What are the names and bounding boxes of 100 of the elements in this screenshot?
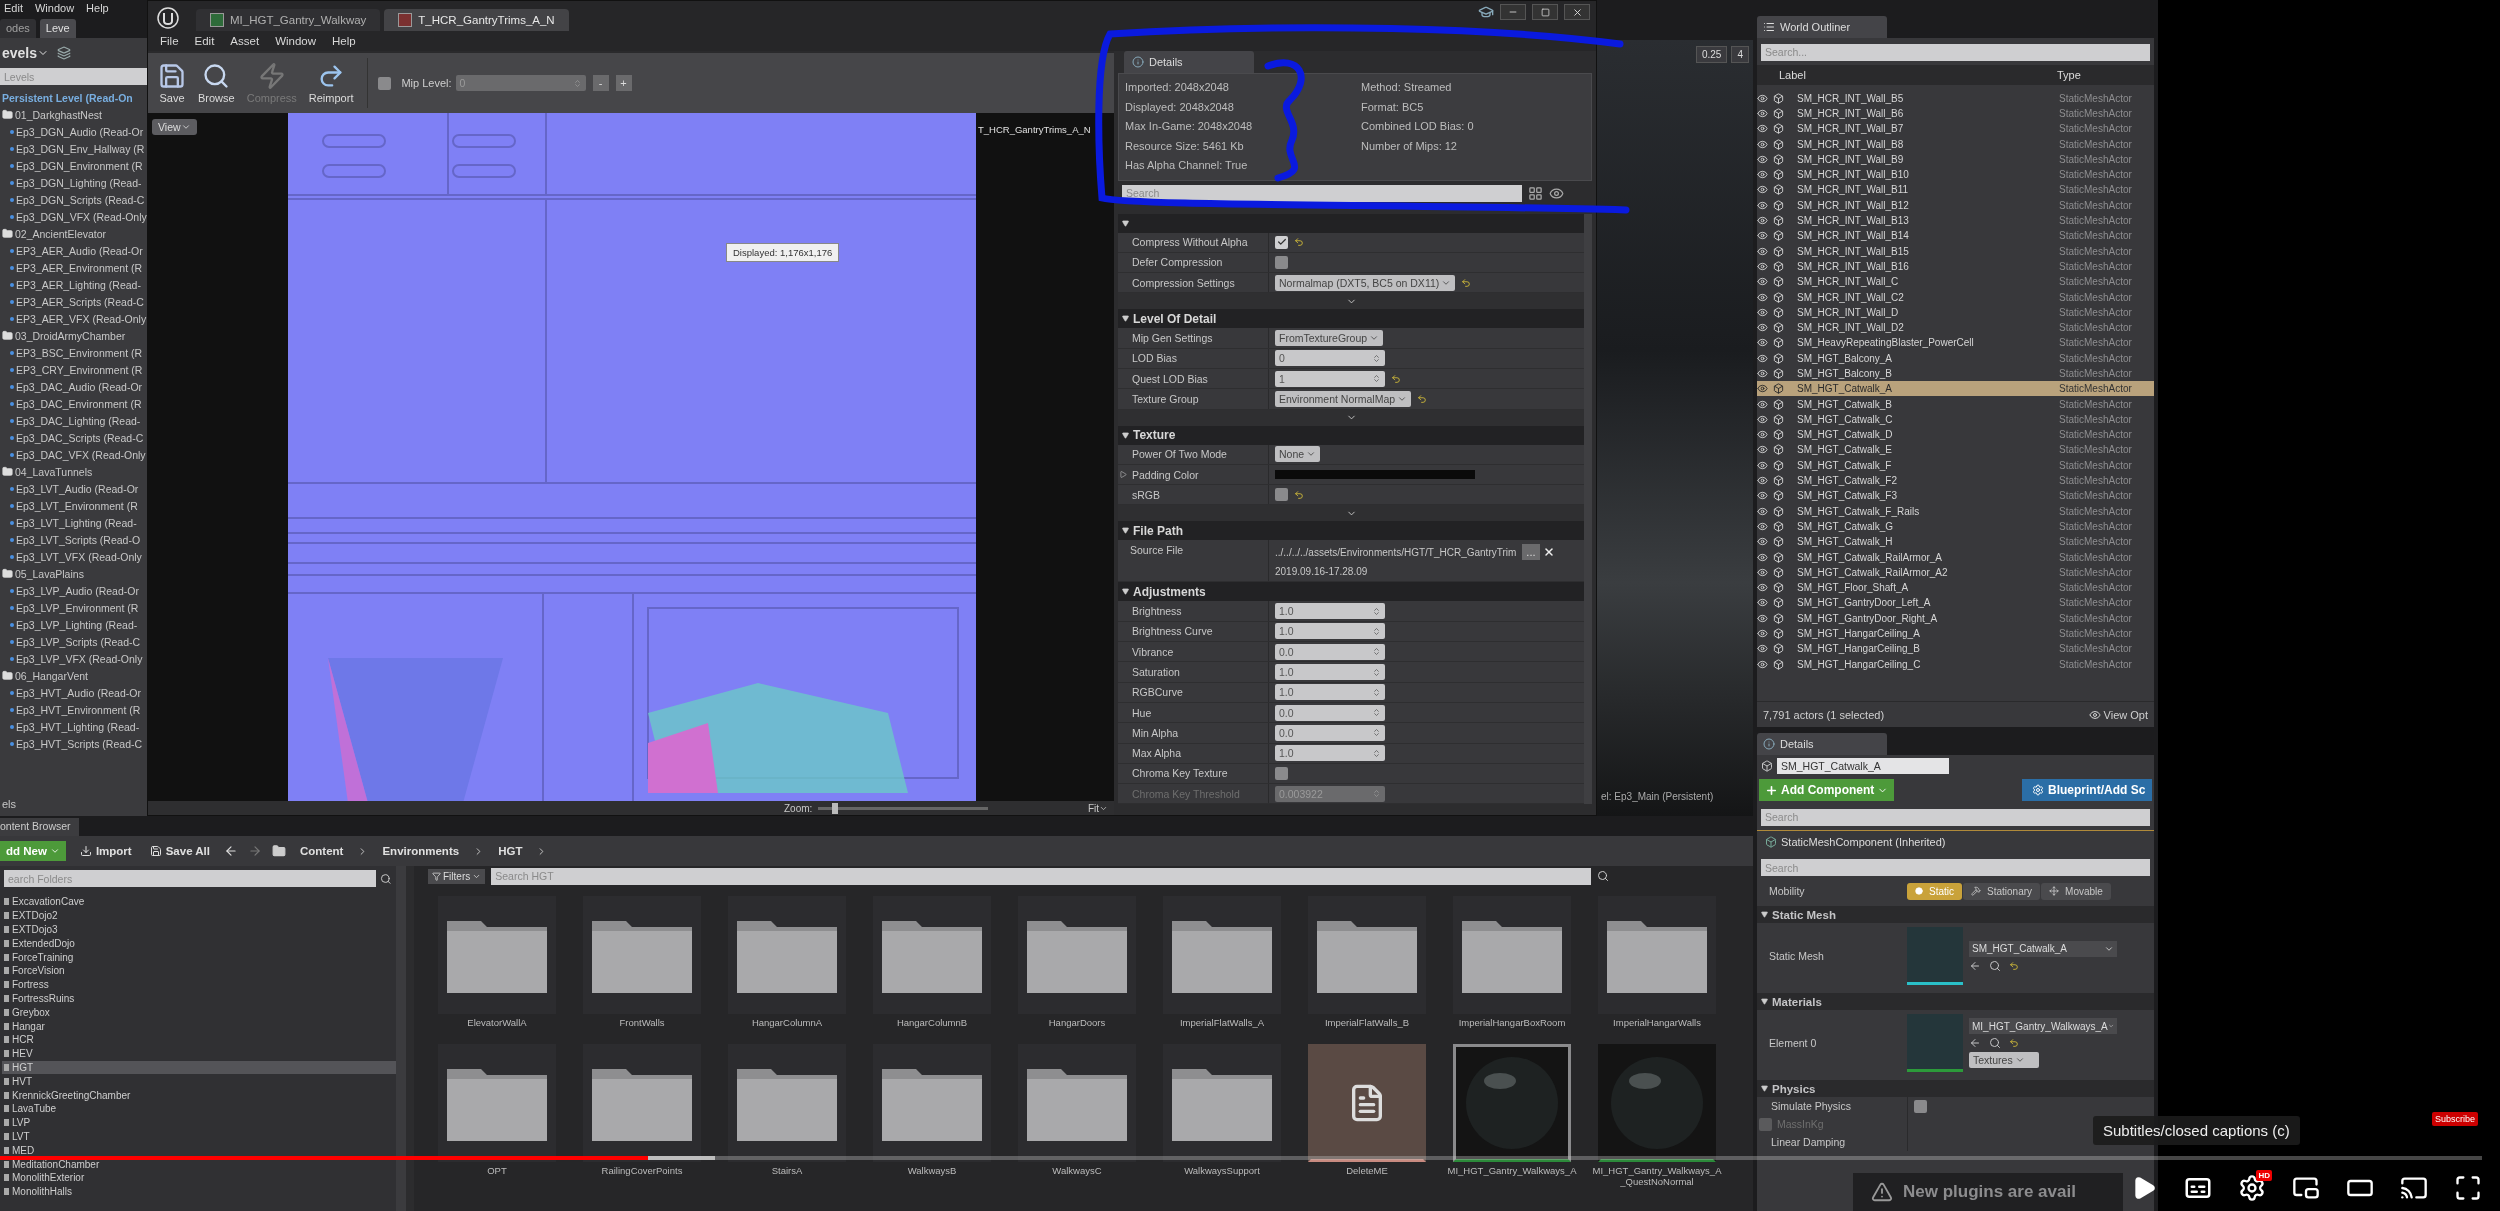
outliner-row[interactable]: SM_HGT_GantryDoor_Right_A StaticMeshActor xyxy=(1757,610,2154,626)
level-item[interactable]: Ep3_LVP_Audio (Read-Or xyxy=(0,582,147,599)
add-component-button[interactable]: Add Component xyxy=(1759,779,1895,801)
folder-item[interactable]: FortressRuins xyxy=(2,991,396,1006)
details-tab[interactable]: Details xyxy=(1757,733,1887,755)
checkbox[interactable] xyxy=(1914,1099,1927,1113)
outliner-row[interactable]: SM_HCR_INT_Wall_C StaticMeshActor xyxy=(1757,274,2154,290)
eye-icon[interactable] xyxy=(1757,169,1768,181)
eye-icon[interactable] xyxy=(1757,658,1768,670)
search-field[interactable]: Search xyxy=(1761,808,2150,826)
level-item[interactable]: Ep3_LVP_Environment (R xyxy=(0,599,147,616)
asset-tile[interactable]: HangarDoors xyxy=(1012,896,1142,1040)
search-field[interactable]: Search xyxy=(1122,184,1522,202)
folder-item[interactable]: HVT xyxy=(2,1074,396,1089)
maximize-button[interactable] xyxy=(1532,4,1558,20)
eye-icon[interactable] xyxy=(1757,153,1768,165)
level-item[interactable]: Ep3_LVT_Scripts (Read-O xyxy=(0,531,147,548)
eye-icon[interactable] xyxy=(1757,505,1768,517)
level-item[interactable]: Ep3_LVP_VFX (Read-Only xyxy=(0,650,147,667)
save-all-button[interactable]: Save All xyxy=(145,845,214,857)
clear-icon[interactable] xyxy=(1542,546,1555,559)
asset-tile[interactable]: RailingCoverPoints xyxy=(577,1044,707,1188)
eye-icon[interactable] xyxy=(1757,566,1768,578)
outliner-row[interactable]: SM_HGT_Catwalk_F3 StaticMeshActor xyxy=(1757,488,2154,504)
view-menu-button[interactable]: View xyxy=(152,119,197,135)
eye-icon[interactable] xyxy=(1757,612,1768,624)
folder-item[interactable]: MED xyxy=(2,1143,396,1158)
outliner-row[interactable]: SM_HCR_INT_Wall_B14 StaticMeshActor xyxy=(1757,228,2154,244)
mobility-option[interactable]: Stationary xyxy=(1963,882,2041,900)
eye-icon[interactable] xyxy=(1549,185,1564,201)
level-item[interactable]: Ep3_HVT_Environment (R xyxy=(0,701,147,718)
outliner-row[interactable]: SM_HCR_INT_Wall_B13 StaticMeshActor xyxy=(1757,212,2154,229)
folder-item[interactable]: ExtendedDojo xyxy=(2,936,396,951)
editor-tab[interactable]: T_HCR_GantryTrims_A_N xyxy=(384,9,569,31)
outliner-row[interactable]: SM_HCR_INT_Wall_B7 StaticMeshActor xyxy=(1757,121,2154,137)
level-item[interactable]: Ep3_LVT_VFX (Read-Only xyxy=(0,548,147,565)
folder-item[interactable]: LavaTube xyxy=(2,1101,396,1116)
search-field[interactable]: Search HGT xyxy=(491,867,1592,885)
level-item[interactable]: Ep3_HVT_Scripts (Read-C xyxy=(0,735,147,752)
asset-tile[interactable]: FrontWalls xyxy=(577,896,707,1040)
breadcrumb-link[interactable]: Environments xyxy=(378,845,464,857)
eye-icon[interactable] xyxy=(1757,429,1768,441)
level-item[interactable]: Ep3_DAC_Lighting (Read- xyxy=(0,412,147,429)
level-item[interactable]: 02_AncientElevator xyxy=(0,225,147,242)
expand-arrow-icon[interactable] xyxy=(1120,471,1127,478)
eye-icon[interactable] xyxy=(1757,322,1768,334)
outliner-row[interactable]: SM_HGT_Balcony_B StaticMeshActor xyxy=(1757,365,2154,382)
outliner-row[interactable]: SM_HCR_INT_Wall_B11 StaticMeshActor xyxy=(1757,182,2154,198)
eye-icon[interactable] xyxy=(1757,306,1768,318)
eye-icon[interactable] xyxy=(1757,459,1768,471)
level-item[interactable]: Ep3_LVP_Lighting (Read- xyxy=(0,616,147,633)
folder-item[interactable]: ForceTraining xyxy=(2,950,396,964)
menu-item[interactable]: Help xyxy=(86,2,109,14)
number-field[interactable]: 0.0 xyxy=(1275,704,1385,721)
asset-tile[interactable]: ElevatorWallA xyxy=(432,896,562,1040)
toolbar-button[interactable]: Browse xyxy=(194,60,239,106)
level-item[interactable]: Ep3_LVT_Lighting (Read- xyxy=(0,514,147,531)
menu-item[interactable]: Help xyxy=(332,35,356,47)
breadcrumb-link[interactable]: Content xyxy=(296,845,348,857)
eye-icon[interactable] xyxy=(1757,643,1768,655)
number-field[interactable]: 0 xyxy=(1275,350,1385,367)
outliner-row[interactable]: SM_HGT_Catwalk_D StaticMeshActor xyxy=(1757,427,2154,443)
folder-item[interactable]: MonolithHalls xyxy=(2,1184,396,1199)
asset-tile[interactable]: HangarColumnA xyxy=(722,896,852,1040)
level-item[interactable]: Ep3_DGN_Environment (R xyxy=(0,157,147,174)
outliner-row[interactable]: SM_HCR_INT_Wall_B8 StaticMeshActor xyxy=(1757,136,2154,152)
level-item[interactable]: Ep3_DGN_Lighting (Read- xyxy=(0,174,147,191)
level-item[interactable]: 05_LavaPlains xyxy=(0,565,147,582)
viewport-button[interactable]: 0.25 xyxy=(1695,46,1728,63)
dropdown[interactable]: FromTextureGroup xyxy=(1275,330,1384,347)
eye-icon[interactable] xyxy=(1757,138,1768,150)
section-header[interactable]: Materials xyxy=(1757,993,2154,1010)
viewport-button[interactable]: 4 xyxy=(1731,46,1749,63)
subscribe-badge[interactable]: Subscribe xyxy=(2432,1112,2479,1126)
level-item[interactable]: EP3_AER_Scripts (Read-C xyxy=(0,293,147,310)
eye-icon[interactable] xyxy=(1757,582,1768,594)
levels-menu[interactable]: evels xyxy=(2,45,50,61)
level-item[interactable]: Ep3_DGN_VFX (Read-Only xyxy=(0,208,147,225)
decrement-button[interactable]: - xyxy=(592,75,609,91)
folder-item[interactable]: LVT xyxy=(2,1129,396,1144)
checkbox[interactable] xyxy=(378,76,392,90)
eye-icon[interactable] xyxy=(1757,245,1768,257)
outliner-row[interactable]: SM_HGT_Catwalk_B StaticMeshActor xyxy=(1757,396,2154,412)
asset-dropdown[interactable]: MI_HGT_Gantry_Walkways_A xyxy=(1969,1018,2117,1034)
folder-item[interactable]: LVP xyxy=(2,1115,396,1130)
eye-icon[interactable] xyxy=(1757,490,1768,502)
outliner-row[interactable]: SM_HGT_Catwalk_H StaticMeshActor xyxy=(1757,534,2154,550)
outliner-row[interactable]: SM_HGT_Catwalk_RailArmor_A2 StaticMeshActor xyxy=(1757,564,2154,580)
outliner-row[interactable]: SM_HCR_INT_Wall_B5 StaticMeshActor xyxy=(1757,90,2154,106)
reset-arrow-icon[interactable] xyxy=(2009,960,2019,971)
outliner-row[interactable]: SM_HGT_HangarCeiling_B StaticMeshActor xyxy=(1757,641,2154,657)
filters-button[interactable]: Filters xyxy=(428,868,486,884)
menu-item[interactable]: File xyxy=(160,35,179,47)
asset-tile[interactable]: ImperialHangarBoxRoom xyxy=(1447,896,1577,1040)
level-item[interactable]: EP3_AER_Lighting (Read- xyxy=(0,276,147,293)
outliner-row[interactable]: SM_HGT_Catwalk_F_Rails StaticMeshActor xyxy=(1757,503,2154,519)
grid-icon[interactable] xyxy=(1528,185,1543,201)
folder-item[interactable]: HCR xyxy=(2,1032,396,1047)
eye-icon[interactable] xyxy=(1757,352,1768,364)
level-item[interactable]: Ep3_HVT_Audio (Read-Or xyxy=(0,684,147,701)
